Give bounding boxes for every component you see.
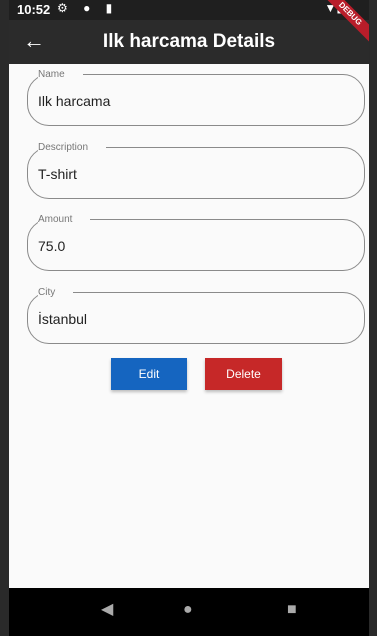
- system-nav-bar: ◀ ● ■: [9, 588, 369, 636]
- amount-field-value: 75.0: [38, 238, 66, 254]
- description-field-value: T-shirt: [38, 166, 77, 182]
- city-field-value: İstanbul: [38, 311, 88, 327]
- status-icons: ⚙ ● ▮: [57, 1, 119, 15]
- nav-recents-icon[interactable]: ■: [287, 600, 297, 620]
- nav-home-icon[interactable]: ●: [183, 600, 193, 620]
- name-field-label: Name: [38, 69, 83, 81]
- edit-button[interactable]: Edit: [111, 358, 187, 390]
- nav-back-icon[interactable]: ◀: [101, 600, 113, 620]
- amount-field[interactable]: Amount 75.0: [27, 214, 365, 271]
- name-field-value: Ilk harcama: [38, 93, 111, 109]
- description-field-label: Description: [38, 142, 107, 154]
- page-title: Ilk harcama Details: [102, 31, 276, 52]
- delete-button[interactable]: Delete: [205, 358, 282, 390]
- city-field-label: City: [38, 287, 74, 299]
- city-field[interactable]: City İstanbul: [27, 287, 365, 344]
- description-field[interactable]: Description T-shirt: [27, 142, 365, 199]
- amount-field-label: Amount: [38, 214, 91, 226]
- name-field[interactable]: Name Ilk harcama: [27, 69, 365, 126]
- status-bar: 10:52 ⚙ ● ▮ ▼▮: [9, 0, 369, 20]
- status-time: 10:52: [17, 2, 51, 17]
- phone-screen: 10:52 ⚙ ● ▮ ▼▮ ← Ilk harcama Details DEB…: [9, 0, 369, 636]
- app-bar: ← Ilk harcama Details: [9, 20, 369, 64]
